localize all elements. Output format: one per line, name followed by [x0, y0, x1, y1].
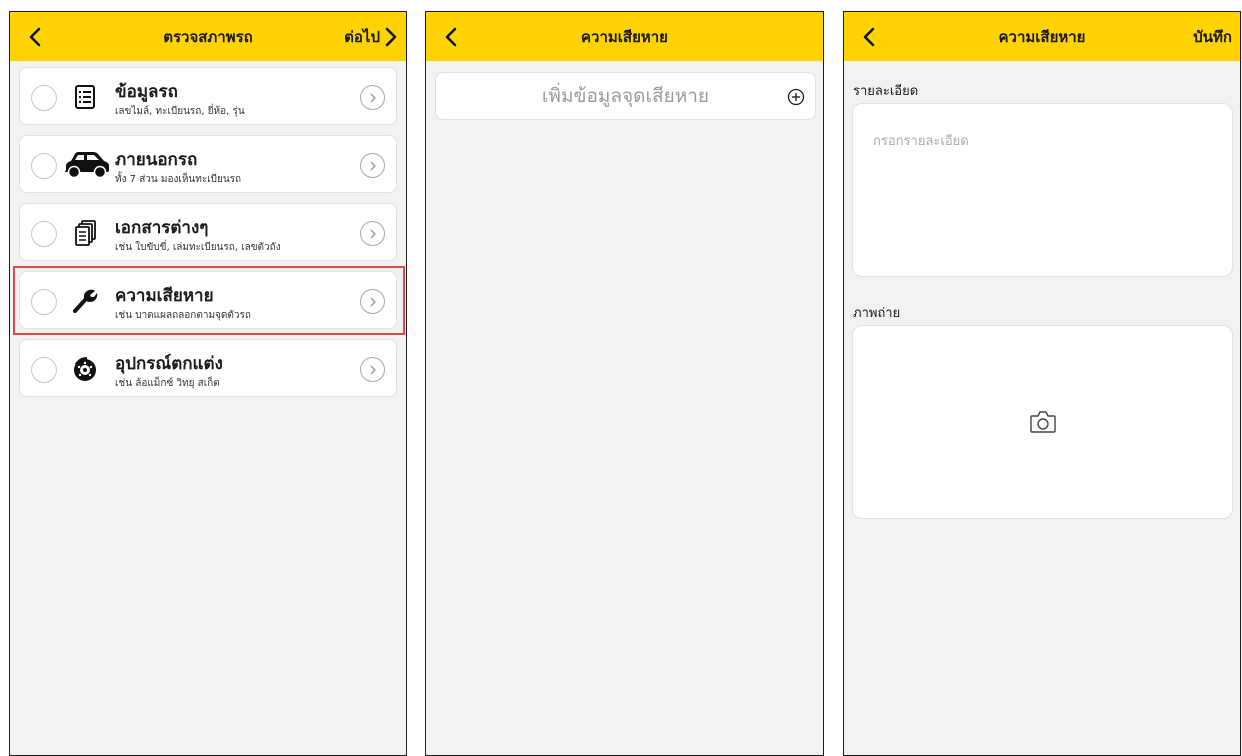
- list-icon: [65, 80, 105, 114]
- detail-label: รายละเอียด: [853, 84, 919, 99]
- documents-icon: [65, 216, 105, 250]
- chevron-right-circle-icon[interactable]: [360, 85, 385, 110]
- radio-button[interactable]: [31, 153, 57, 179]
- chevron-right-circle-icon[interactable]: [360, 289, 385, 314]
- header-bar: ความเสียหาย: [426, 12, 823, 61]
- damage-list-screen: ความเสียหาย เพิ่มข้อมูลจุดเสียหาย: [425, 11, 824, 756]
- checklist-item-exterior[interactable]: ภายนอกรถ ทั้ง 7 ส่วน มองเห็นทะเบียนรถ: [19, 135, 397, 193]
- chevron-left-icon: [863, 27, 875, 47]
- plus-circle-icon: [787, 88, 805, 106]
- add-damage-button[interactable]: เพิ่มข้อมูลจุดเสียหาย: [435, 72, 816, 120]
- item-subtitle: เลขไมล์, ทะเบียนรถ, ยี่ห้อ, รุ่น: [115, 106, 245, 117]
- chevron-right-circle-icon[interactable]: [360, 357, 385, 382]
- detail-input[interactable]: [853, 104, 1232, 276]
- radio-button[interactable]: [31, 221, 57, 247]
- inspection-screen: ตรวจสภาพรถ ต่อไป ข้อมูลรถ เลขไมล์, ทะเบี…: [9, 11, 407, 756]
- next-label: ต่อไป: [344, 27, 380, 46]
- save-button[interactable]: บันทึก: [1193, 12, 1232, 61]
- page-title: ตรวจสภาพรถ: [163, 27, 253, 46]
- detail-field-container: [852, 103, 1233, 277]
- checklist-item-damage[interactable]: ความเสียหาย เช่น บาดแผลถลอกตามจุดตัวรถ: [19, 271, 397, 329]
- camera-icon: [1029, 411, 1056, 433]
- back-button[interactable]: [20, 22, 50, 52]
- header-bar: ตรวจสภาพรถ ต่อไป: [10, 12, 406, 61]
- checklist-item-vehicle-info[interactable]: ข้อมูลรถ เลขไมล์, ทะเบียนรถ, ยี่ห้อ, รุ่…: [19, 67, 397, 125]
- item-title: เอกสารต่างๆ: [115, 218, 209, 238]
- checklist-item-documents[interactable]: เอกสารต่างๆ เช่น ใบขับขี่, เล่มทะเบียนรถ…: [19, 203, 397, 261]
- radio-button[interactable]: [31, 357, 57, 383]
- photo-label: ภาพถ่าย: [853, 306, 901, 321]
- item-title: ข้อมูลรถ: [115, 82, 178, 102]
- item-title: ความเสียหาย: [115, 286, 214, 306]
- page-title: ความเสียหาย: [998, 27, 1086, 46]
- item-subtitle: เช่น ใบขับขี่, เล่มทะเบียนรถ, เลขตัวถัง: [115, 242, 281, 253]
- item-subtitle: เช่น บาดแผลถลอกตามจุดตัวรถ: [115, 310, 251, 321]
- chevron-right-circle-icon[interactable]: [360, 221, 385, 246]
- item-subtitle: เช่น ล้อแม็กซ์ วิทยุ สเก็ต: [115, 378, 220, 389]
- car-icon: [56, 148, 116, 182]
- chevron-right-icon: [385, 27, 397, 46]
- back-button[interactable]: [854, 22, 884, 52]
- checklist-item-accessories[interactable]: อุปกรณ์ตกแต่ง เช่น ล้อแม็กซ์ วิทยุ สเก็ต: [19, 339, 397, 397]
- damage-detail-screen: ความเสียหาย บันทึก รายละเอียด ภาพถ่าย: [843, 11, 1241, 756]
- header-bar: ความเสียหาย บันทึก: [844, 12, 1240, 61]
- chevron-left-icon: [445, 27, 457, 47]
- chevron-left-icon: [29, 27, 41, 47]
- page-title: ความเสียหาย: [581, 27, 668, 46]
- radio-button[interactable]: [31, 289, 57, 315]
- save-label: บันทึก: [1193, 27, 1232, 46]
- chevron-right-circle-icon[interactable]: [360, 153, 385, 178]
- photo-upload-area[interactable]: [852, 325, 1233, 519]
- add-damage-label: เพิ่มข้อมูลจุดเสียหาย: [541, 85, 710, 107]
- item-title: อุปกรณ์ตกแต่ง: [115, 354, 223, 374]
- back-button[interactable]: [436, 22, 466, 52]
- brake-disc-icon: [65, 352, 105, 386]
- item-title: ภายนอกรถ: [115, 150, 198, 170]
- item-subtitle: ทั้ง 7 ส่วน มองเห็นทะเบียนรถ: [115, 174, 242, 185]
- wrench-icon: [65, 284, 105, 318]
- radio-button[interactable]: [31, 85, 57, 111]
- next-button[interactable]: ต่อไป: [344, 12, 398, 61]
